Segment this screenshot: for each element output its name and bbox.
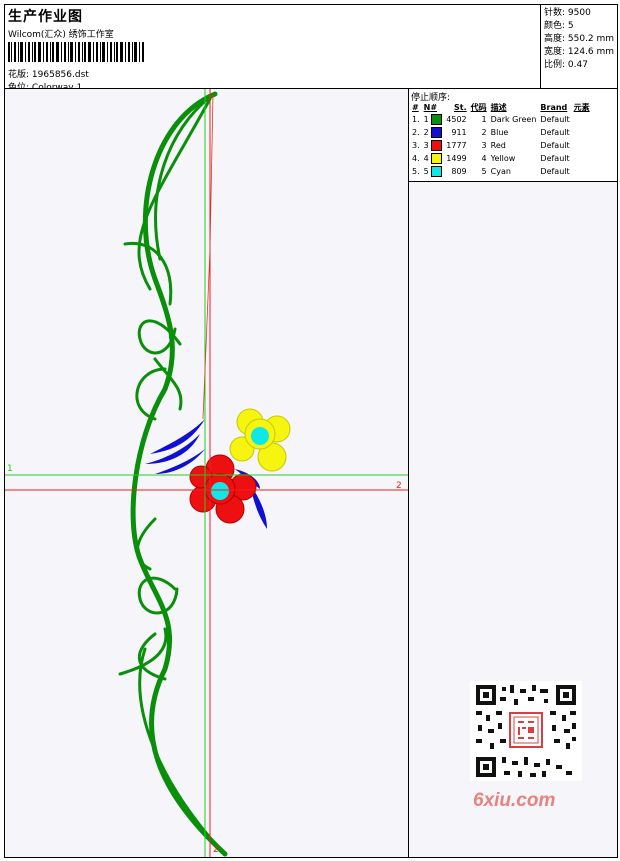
embroidery-preview	[5, 89, 408, 857]
row-needle: 5	[422, 165, 445, 178]
col-code: 代码	[470, 102, 487, 112]
table-row: 2. 2 911 2 Blue Default	[410, 126, 592, 139]
row-index: 4.	[412, 154, 420, 163]
row-stitches: 809	[451, 167, 467, 176]
row-needle: 4	[422, 152, 445, 165]
color-swatch-red	[431, 140, 443, 151]
needle-number: 2	[423, 128, 429, 137]
stop-sequence-header: 停止顺序: # N# St. 代码 描述 Brand 元素 1. 1 4502	[409, 89, 617, 182]
red-flower-center	[211, 482, 229, 500]
axis-label-red-bottom: 2	[213, 845, 219, 855]
row-element	[572, 113, 592, 126]
color-swatch-yellow	[431, 153, 443, 164]
row-brand: Default	[540, 115, 570, 124]
stat-width: 宽度: 124.6 mm	[544, 47, 615, 57]
col-needle: N#	[423, 102, 438, 112]
table-row: 5. 5 809 5 Cyan Default	[410, 165, 592, 178]
row-code: 2	[481, 128, 487, 137]
row-description: Yellow	[490, 154, 516, 163]
stat-stitches: 针数: 9500	[544, 8, 591, 18]
row-element	[572, 165, 592, 178]
row-brand: Default	[540, 167, 570, 176]
row-index: 1.	[412, 115, 420, 124]
needle-number: 1	[423, 115, 429, 124]
header-info: 生产作业图 Wilcom(汇众) 绣饰工作室 花版: 1965856.dst 色…	[5, 5, 540, 93]
row-stitches: 1499	[446, 154, 467, 163]
row-stitches: 4502	[446, 115, 467, 124]
stat-scale: 比例: 0.47	[544, 60, 588, 70]
row-stitches: 1777	[446, 141, 467, 150]
row-index: 2.	[412, 128, 420, 137]
row-brand: Default	[540, 154, 570, 163]
qr-code	[470, 681, 582, 781]
row-brand: Default	[540, 141, 570, 150]
axis-label-red-right: 2	[396, 481, 402, 491]
watermark-brand: 6xiu.com	[473, 790, 556, 811]
color-swatch-blue	[431, 127, 443, 138]
needle-number: 5	[423, 167, 429, 176]
row-code: 4	[481, 154, 487, 163]
row-element	[572, 126, 592, 139]
design-canvas[interactable]: 1 2 2	[5, 89, 408, 857]
table-row: 1. 1 4502 1 Dark Green Default	[410, 113, 592, 126]
color-swatch-dark-green	[431, 114, 443, 125]
col-index: #	[412, 102, 419, 112]
table-row: 3. 3 1777 3 Red Default	[410, 139, 592, 152]
design-file: 花版: 1965856.dst	[8, 67, 89, 80]
col-stitches: St.	[454, 102, 467, 112]
design-file-name: 1965856.dst	[31, 70, 89, 80]
table-header-row: # N# St. 代码 描述 Brand 元素	[410, 101, 592, 113]
stop-sequence-table: # N# St. 代码 描述 Brand 元素 1. 1 4502 1 Dark…	[410, 101, 592, 178]
row-code: 3	[481, 141, 487, 150]
color-swatch-cyan	[431, 166, 443, 177]
row-description: Dark Green	[490, 115, 537, 124]
row-description: Blue	[490, 128, 509, 137]
table-row: 4. 4 1499 4 Yellow Default	[410, 152, 592, 165]
barcode	[8, 42, 144, 62]
row-brand: Default	[540, 128, 570, 137]
row-code: 5	[481, 167, 487, 176]
row-stitches: 911	[451, 128, 467, 137]
col-description: 描述	[490, 102, 507, 112]
design-file-label: 花版:	[8, 70, 30, 80]
row-index: 5.	[412, 167, 420, 176]
needle-number: 4	[423, 154, 429, 163]
row-description: Cyan	[490, 167, 511, 176]
row-code: 1	[481, 115, 487, 124]
row-index: 3.	[412, 141, 420, 150]
row-needle: 2	[422, 126, 445, 139]
stat-colors: 颜色: 5	[544, 21, 574, 31]
axis-label-green: 1	[7, 464, 13, 474]
col-brand: Brand	[540, 102, 568, 112]
row-needle: 3	[422, 139, 445, 152]
company-name: Wilcom(汇众) 绣饰工作室	[8, 30, 114, 40]
row-element	[572, 139, 592, 152]
stat-height: 高度: 550.2 mm	[544, 34, 615, 44]
yellow-flower-center	[251, 427, 269, 445]
row-needle: 1	[422, 113, 445, 126]
row-description: Red	[490, 141, 506, 150]
needle-number: 3	[423, 141, 429, 150]
stats-panel: 针数: 9500 颜色: 5 高度: 550.2 mm 宽度: 124.6 mm…	[540, 4, 619, 88]
page-title: 生产作业图	[8, 9, 83, 25]
row-element	[572, 152, 592, 165]
col-element: 元素	[573, 102, 590, 112]
